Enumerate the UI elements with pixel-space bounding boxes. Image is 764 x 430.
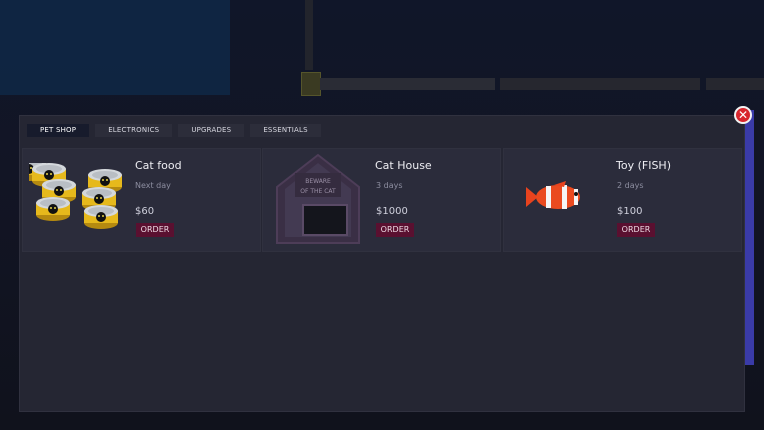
clownfish-image <box>526 181 580 209</box>
house-sign-line1: BEWARE <box>305 178 331 185</box>
item-name: Cat food <box>135 159 182 172</box>
background-window <box>0 0 230 95</box>
item-price: $100 <box>617 206 643 217</box>
shop-item-cat-house: BEWARE OF THE CAT Cat House 3 days $1000… <box>262 148 501 252</box>
shop-tabs: PET SHOP ELECTRONICS UPGRADES ESSENTIALS <box>27 124 321 137</box>
shop-item-cat-food: Cat food Next day $60 ORDER <box>22 148 261 252</box>
tab-essentials[interactable]: ESSENTIALS <box>250 124 321 137</box>
item-delivery-time: Next day <box>135 181 171 190</box>
order-button[interactable]: ORDER <box>617 223 655 237</box>
background-shelf <box>320 78 495 90</box>
cat-house-image: BEWARE OF THE CAT <box>276 153 360 244</box>
item-delivery-time: 3 days <box>376 181 403 190</box>
house-sign-line2: OF THE CAT <box>300 188 336 195</box>
shop-item-toy-fish: Toy (FISH) 2 days $100 ORDER <box>503 148 742 252</box>
item-delivery-time: 2 days <box>617 181 644 190</box>
tab-electronics[interactable]: ELECTRONICS <box>95 124 173 137</box>
background-shelf <box>706 78 764 90</box>
item-price: $60 <box>135 206 155 217</box>
background-warning-sign <box>301 72 321 96</box>
item-name: Toy (FISH) <box>616 159 671 172</box>
tab-pet-shop[interactable]: PET SHOP <box>27 124 90 137</box>
item-price: $1000 <box>376 206 408 217</box>
background-pole <box>305 0 313 70</box>
close-icon[interactable]: ✕ <box>734 106 752 124</box>
background-shelf <box>500 78 700 90</box>
item-name: Cat House <box>375 159 432 172</box>
tab-upgrades[interactable]: UPGRADES <box>178 124 245 137</box>
cat-food-image <box>29 163 122 229</box>
order-button[interactable]: ORDER <box>136 223 174 237</box>
order-button[interactable]: ORDER <box>376 223 414 237</box>
